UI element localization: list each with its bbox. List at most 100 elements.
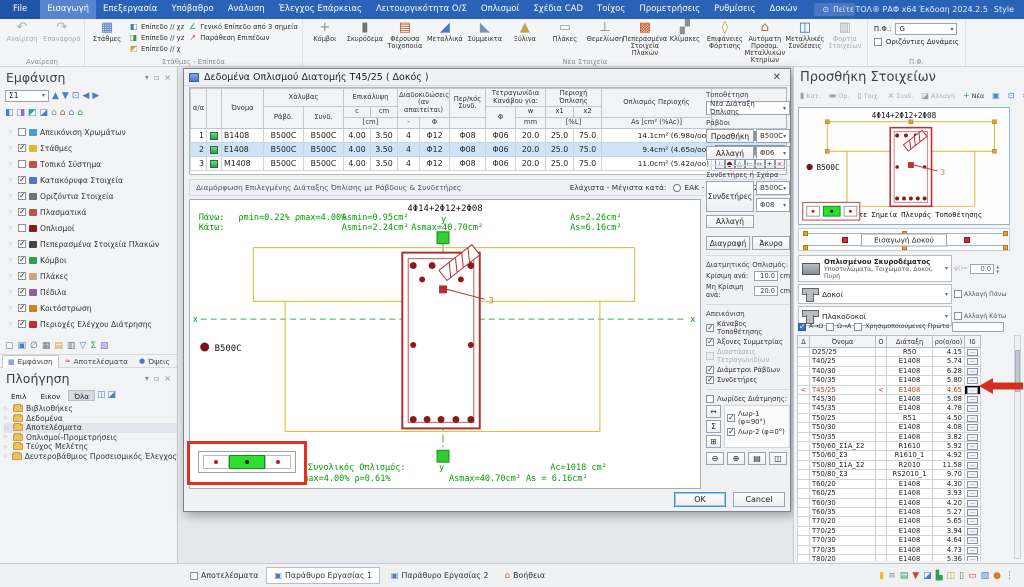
expander-icon[interactable]: ▷: [9, 129, 15, 135]
vertical-elements-button[interactable]: ▮Κατ.: [797, 89, 824, 102]
menu-tab[interactable]: Οπλισμοί: [474, 0, 527, 19]
section-row[interactable]: T60/35E14085.27...: [798, 507, 981, 516]
element-loads-button[interactable]: ▥Φορτία Στοιχείων: [825, 20, 865, 51]
symmetry-axes-checkbox[interactable]: [706, 338, 714, 346]
delete-doc-icon[interactable]: ▼: [912, 571, 919, 581]
file-menu[interactable]: File: [0, 0, 40, 19]
level-combo[interactable]: Σ1 ▾: [5, 90, 49, 102]
change-button[interactable]: ◪Αλλαγή: [918, 89, 958, 102]
menu-tab[interactable]: Δοκών: [763, 0, 805, 19]
expander-icon[interactable]: ▷: [9, 145, 15, 151]
masonry-button[interactable]: ▤Φέρουσα Τοιχοποιία: [385, 20, 425, 51]
category-concrete-select[interactable]: Οπλισμένου Σκυροδέματος Υποστυλώματα, Το…: [798, 255, 952, 282]
pin-icon[interactable]: ▫: [154, 73, 159, 82]
expander-icon[interactable]: ▷: [9, 209, 15, 215]
display-tree-item[interactable]: ▷Κατακόρυφα Στοιχεία: [4, 172, 177, 188]
close-icon[interactable]: ✕: [769, 72, 785, 83]
prev-view-icon[interactable]: ◀: [82, 91, 89, 101]
panel-tab[interactable]: ▦Εμφάνιση: [2, 355, 59, 368]
results-toggle[interactable]: Αποτελέσματα: [185, 568, 263, 584]
expand-all-icon[interactable]: ◫: [97, 390, 106, 400]
strip1-checkbox[interactable]: [727, 414, 735, 422]
menu-tab[interactable]: Εισαγωγή: [40, 0, 96, 19]
concrete-button[interactable]: ▮Σκυρόδεμα: [345, 20, 385, 44]
section-row[interactable]: T45/35E14084.78...: [798, 404, 981, 413]
timber-button[interactable]: ▲Ξύλινα: [505, 20, 545, 44]
edit-layout-button[interactable]: ...: [967, 547, 978, 554]
section-row[interactable]: T60/20E14084.30...: [798, 479, 981, 488]
nav-folder[interactable]: ▷Τεύχος Μελέτης: [4, 442, 177, 452]
select-icon[interactable]: ▢: [5, 341, 14, 351]
section-row[interactable]: T80/20E14085.36...: [798, 554, 981, 561]
cancel-button[interactable]: Cancel: [733, 492, 785, 507]
edit-layout-button[interactable]: ...: [967, 528, 978, 535]
insert-beam-button[interactable]: Εισαγωγή Δοκού: [861, 233, 947, 246]
view-wire-icon[interactable]: ◪: [40, 108, 49, 118]
side-cell-center[interactable]: [229, 455, 266, 469]
plane-xz-button[interactable]: ◧Επίπεδο // χz: [129, 21, 184, 32]
export-icon[interactable]: ▤: [900, 571, 909, 581]
reinforcement-row[interactable]: 3M1408B500CB500C4.003.504Φ12Φ08Φ0620.025…: [191, 157, 788, 171]
section-row[interactable]: T50/60_Σ1Α_Σ2R16105.92...: [798, 442, 981, 451]
nav-folder[interactable]: ▷Δεδομένα: [4, 414, 177, 424]
view-3d-icon[interactable]: ◧: [5, 108, 14, 118]
checkbox[interactable]: [18, 240, 26, 248]
table-icon[interactable]: ▥: [67, 341, 76, 351]
change-top-checkbox[interactable]: [954, 290, 962, 298]
sum-icon[interactable]: Σ: [90, 341, 96, 351]
general-plane-button[interactable]: ∠Γενικό Επίπεδο από 3 σημεία: [188, 21, 298, 32]
display-tree-item[interactable]: ▷Πλάκες: [4, 268, 177, 284]
menu-tab[interactable]: Ρυθμίσεις: [707, 0, 762, 19]
checkbox[interactable]: [18, 192, 26, 200]
zoom-in-icon[interactable]: ⊕: [727, 452, 745, 465]
undo-button[interactable]: ↶Αναίρεση: [2, 20, 42, 44]
checkbox[interactable]: [18, 160, 26, 168]
section-row[interactable]: <T45/25<E14084.65...: [798, 385, 981, 394]
nav-tab[interactable]: Όλα: [68, 390, 95, 401]
bar-grade-select[interactable]: B500C ▾: [756, 129, 790, 143]
building-iso-icon[interactable]: ⌂: [77, 108, 83, 118]
image2-icon[interactable]: ▧: [981, 571, 990, 581]
section-row[interactable]: T70/25E14083.94...: [798, 526, 981, 535]
edit-layout-button[interactable]: ...: [967, 452, 978, 459]
beam-end-node[interactable]: [842, 237, 848, 243]
stairs-button[interactable]: ▞Κλίμακες: [665, 20, 705, 44]
section-filter-input[interactable]: [952, 322, 1004, 332]
horizontal-elements-button[interactable]: ▬Ορ.: [826, 89, 853, 102]
checkbox[interactable]: [18, 176, 26, 184]
menu-tab[interactable]: Ανάλυση: [221, 0, 272, 19]
menu-tab[interactable]: Επεξεργασία: [96, 0, 164, 19]
help-button[interactable]: ⌂ Βοήθεια: [499, 568, 550, 584]
expander-icon[interactable]: ▷: [9, 177, 15, 183]
chevron-down-icon[interactable]: ▾: [145, 73, 149, 82]
tile-planes-button[interactable]: ↗Παράθεση Επιπέδων: [188, 32, 298, 43]
edit-layout-button[interactable]: ...: [967, 500, 978, 507]
display-tree-item[interactable]: ▷Πεπερασμένα Στοιχεία Πλακών: [4, 236, 177, 252]
edit-layout-button[interactable]: ...: [967, 537, 978, 544]
section-row[interactable]: T40/25E14085.74...: [798, 357, 981, 366]
slabs-button[interactable]: ▭Πλάκες: [545, 20, 585, 44]
menu-tab[interactable]: Σχέδια CAD: [526, 0, 590, 19]
expander-icon[interactable]: ▷: [4, 406, 10, 412]
change-bottom-checkbox[interactable]: [954, 312, 962, 320]
grid-dimensions-checkbox[interactable]: [706, 352, 714, 360]
fem-slabs-button[interactable]: ▩Πεπερασμένα Στοιχεία Πλακών: [625, 20, 665, 58]
zoom-out-icon[interactable]: ⊖: [706, 452, 724, 465]
section-row[interactable]: T60/30E14084.20...: [798, 498, 981, 507]
handle-icon[interactable]: [1003, 245, 1008, 250]
zoom-section-button[interactable]: ⊡: [1005, 89, 1018, 102]
filter-icon[interactable]: ▽: [79, 341, 86, 351]
reinforcement-row[interactable]: 1B1408B500CB500C4.003.504Φ12Φ08Φ0620.025…: [191, 129, 788, 143]
angle-input[interactable]: 0.0: [970, 264, 994, 274]
expander-icon[interactable]: ▷: [9, 289, 15, 295]
image-icon[interactable]: ▧: [100, 341, 109, 351]
expander-icon[interactable]: ▷: [9, 241, 15, 247]
copy-icon[interactable]: ◫: [769, 452, 787, 465]
edit-layout-button[interactable]: ...: [967, 349, 978, 356]
panel-tab[interactable]: ≈Αποτελέσματα: [60, 355, 133, 368]
change-stirrup-button[interactable]: Αλλαγή: [706, 215, 754, 228]
cancel-action-button[interactable]: Άκυρο: [752, 236, 790, 250]
section-row[interactable]: T45/30E14085.08...: [798, 395, 981, 404]
style-menu[interactable]: Style: [994, 5, 1024, 14]
stirrup-grade-select[interactable]: B500C ▾: [756, 181, 790, 195]
